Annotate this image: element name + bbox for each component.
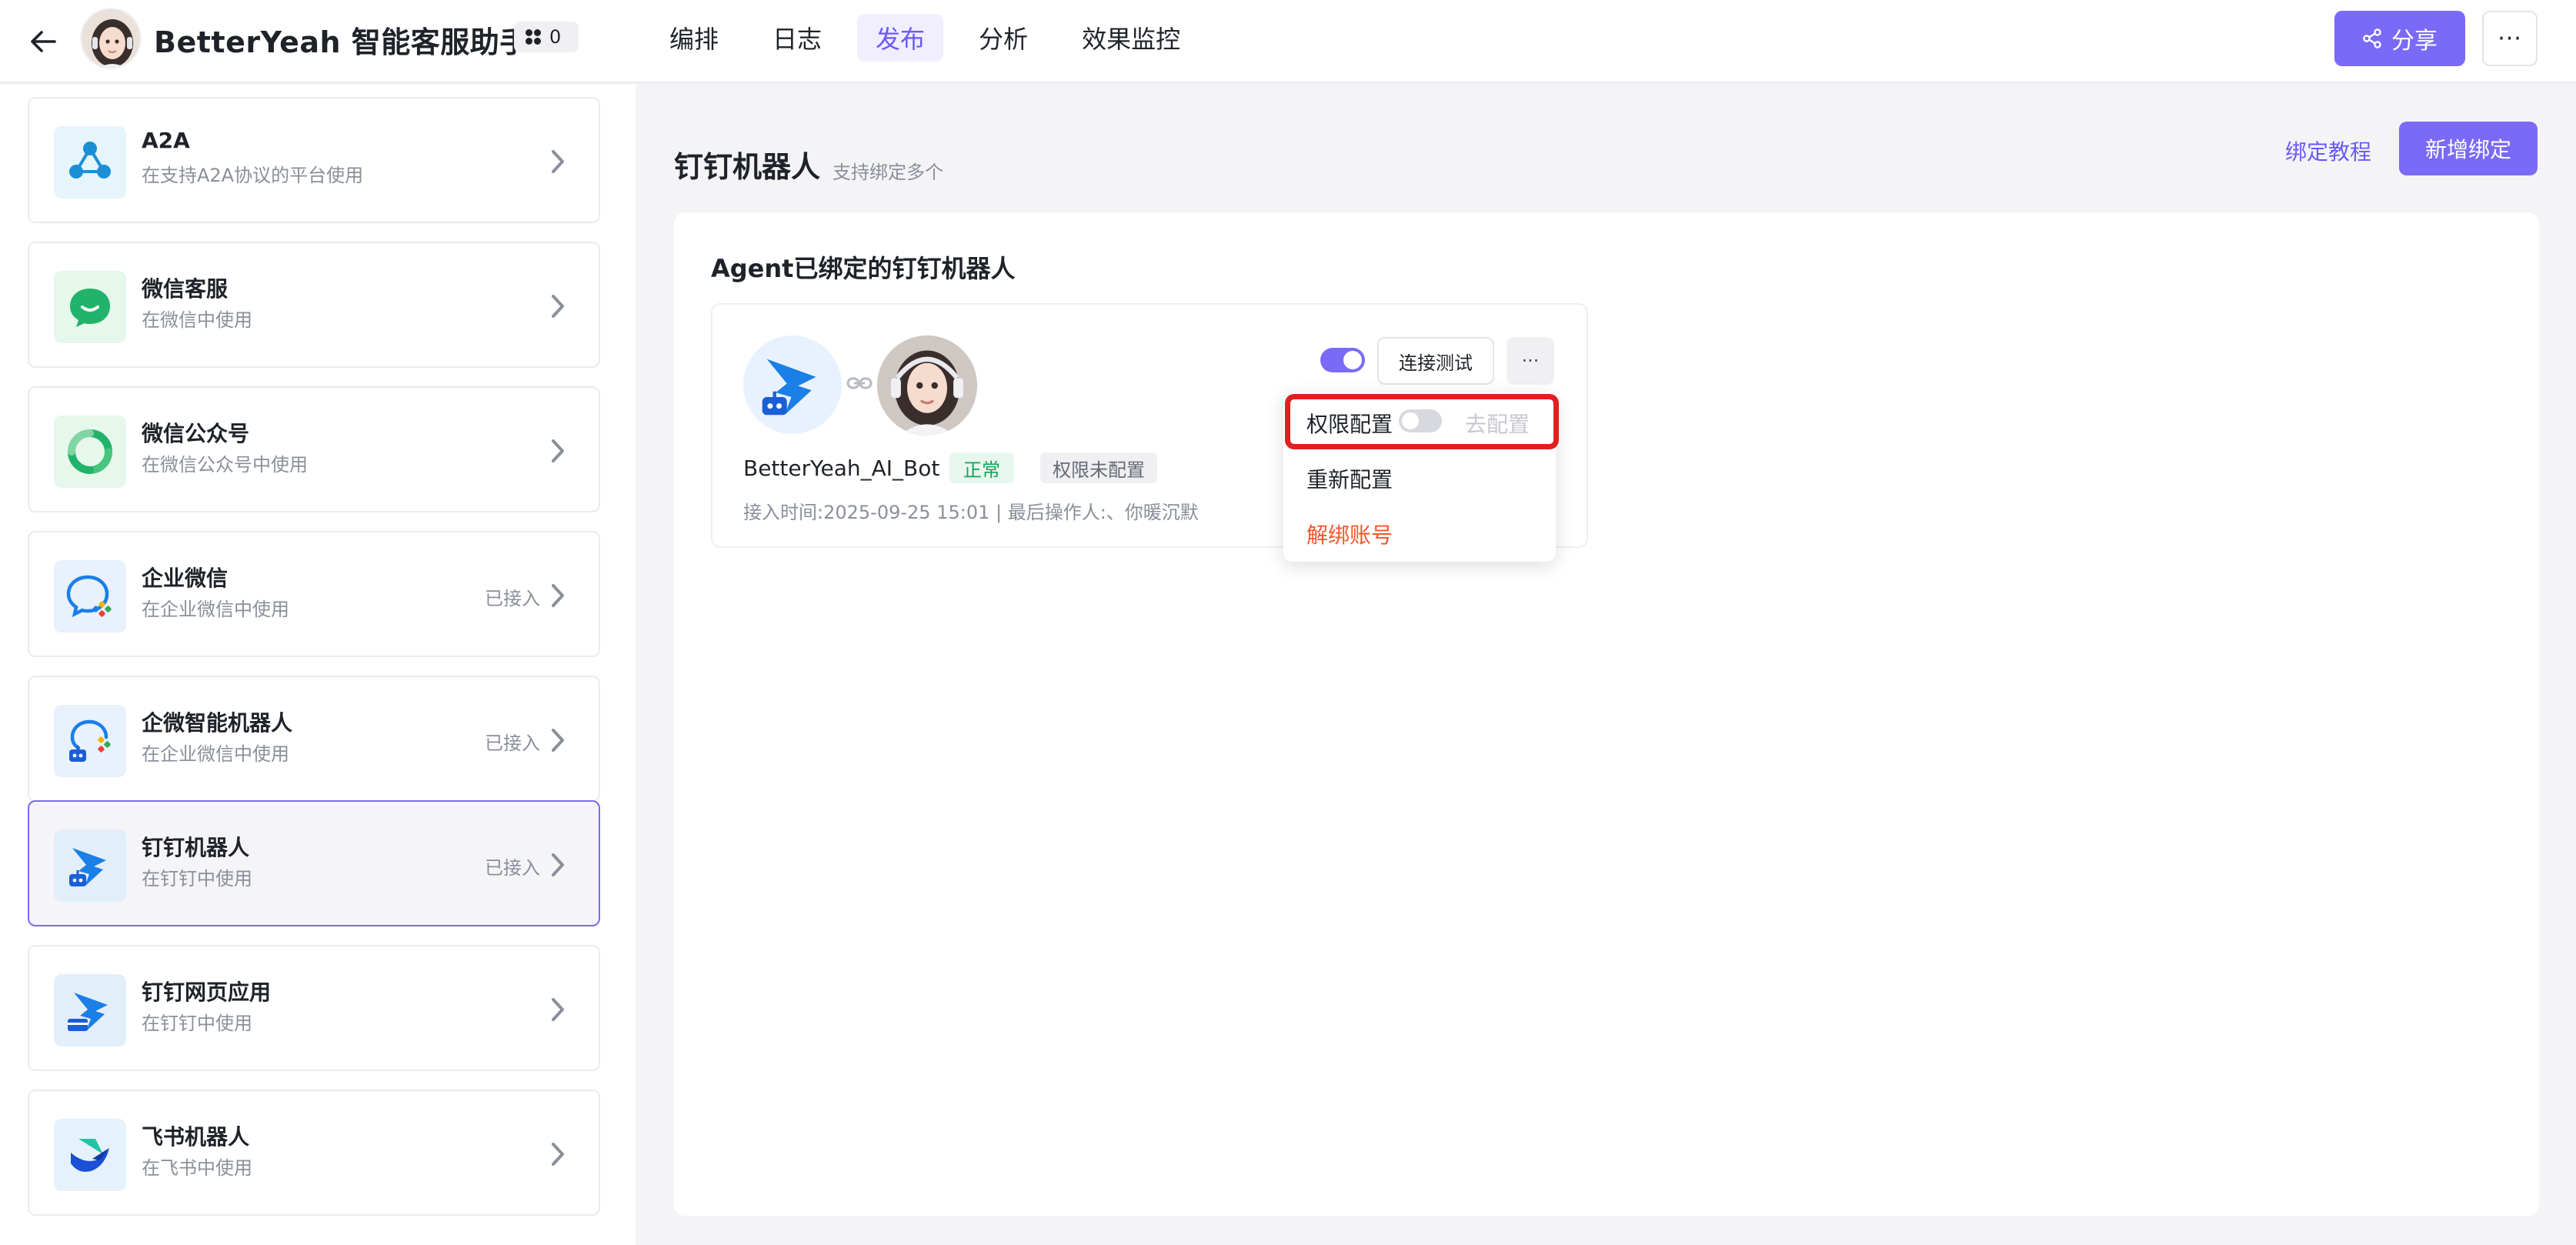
channel-card-dingtalk-bot[interactable]: 钉钉机器人 在钉钉中使用 已接入	[28, 800, 600, 926]
chevron-right-icon	[552, 295, 564, 318]
channel-desc: 在微信公众号中使用	[142, 454, 308, 476]
binding-tutorial-link[interactable]: 绑定教程	[2285, 135, 2371, 166]
channel-card-wecom[interactable]: 企业微信 在企业微信中使用 已接入	[28, 531, 600, 657]
channel-card-feishu-bot[interactable]: 飞书机器人 在飞书中使用	[28, 1090, 600, 1216]
dingtalk-web-icon	[54, 974, 126, 1046]
share-icon	[2363, 28, 2381, 48]
wecom-bot-icon	[54, 705, 126, 777]
panel-heading: Agent已绑定的钉钉机器人	[711, 254, 1016, 283]
dingtalk-bot-avatar	[743, 335, 842, 434]
channel-desc: 在飞书中使用	[142, 1157, 252, 1179]
channel-card-a2a[interactable]: A2A 在支持A2A协议的平台使用	[28, 97, 600, 223]
go-configure-link[interactable]: 去配置	[1465, 408, 1530, 439]
permission-status-badge: 权限未配置	[1040, 452, 1157, 483]
channel-name: A2A	[142, 128, 190, 153]
channel-status: 已接入	[485, 588, 540, 609]
chevron-right-icon	[552, 584, 564, 607]
badge-count-value: 0	[549, 26, 562, 48]
bot-enable-toggle[interactable]	[1320, 348, 1365, 372]
channel-name: 微信公众号	[142, 421, 250, 446]
channel-name: 钉钉网页应用	[142, 980, 272, 1005]
chevron-right-icon	[552, 1143, 564, 1166]
chevron-right-icon	[552, 439, 564, 462]
channel-card-wechat-service[interactable]: 微信客服 在微信中使用	[28, 242, 600, 368]
channel-name: 飞书机器人	[142, 1124, 250, 1150]
feishu-bot-icon	[54, 1119, 126, 1191]
app-avatar	[80, 8, 142, 69]
agent-avatar	[877, 335, 977, 436]
channel-sidebar: A2A 在支持A2A协议的平台使用 微信客服 在微信中使用 微信公众号 在微信公…	[0, 85, 636, 1245]
channel-name: 微信客服	[142, 276, 229, 302]
share-button[interactable]: 分享	[2334, 11, 2465, 66]
dingtalk-bot-icon	[762, 359, 816, 416]
chevron-right-icon	[552, 853, 564, 876]
channel-desc: 在支持A2A协议的平台使用	[142, 165, 364, 186]
channel-status: 已接入	[485, 857, 540, 879]
chevron-right-icon	[552, 150, 564, 173]
page-subtitle: 支持绑定多个	[833, 162, 943, 183]
a2a-icon	[54, 126, 126, 199]
top-bar: BetterYeah 智能客服助手 0 编排 日志 发布 分析 效果监控 分享 …	[0, 0, 2576, 83]
connection-test-button[interactable]: 连接测试	[1377, 337, 1494, 385]
chevron-right-icon	[552, 998, 564, 1021]
add-binding-button[interactable]: 新增绑定	[2399, 122, 2538, 175]
channel-card-wechat-official[interactable]: 微信公众号 在微信公众号中使用	[28, 386, 600, 512]
arrow-left-icon	[31, 31, 56, 52]
status-badge: 正常	[949, 452, 1014, 483]
grid-icon	[526, 29, 541, 45]
share-label: 分享	[2391, 28, 2438, 55]
tab-monitoring[interactable]: 效果监控	[1063, 14, 1199, 62]
channel-name: 企业微信	[142, 566, 229, 591]
channel-desc: 在微信中使用	[142, 309, 252, 331]
channel-desc: 在钉钉中使用	[142, 868, 252, 890]
bot-name: BetterYeah_AI_Bot	[743, 456, 940, 481]
dingtalk-bot-icon	[54, 829, 126, 902]
permission-config-toggle[interactable]	[1399, 409, 1442, 432]
tab-publish[interactable]: 发布	[857, 14, 944, 62]
channel-card-dingtalk-web[interactable]: 钉钉网页应用 在钉钉中使用	[28, 945, 600, 1071]
tab-logs[interactable]: 日志	[754, 14, 840, 62]
channel-desc: 在钉钉中使用	[142, 1013, 252, 1034]
tab-analysis[interactable]: 分析	[960, 14, 1046, 62]
channel-status: 已接入	[485, 733, 540, 754]
page-title: 钉钉机器人	[674, 150, 821, 184]
workspace-badge[interactable]: 0	[514, 22, 579, 52]
menu-item-reconfigure[interactable]: 重新配置	[1306, 463, 1393, 494]
wecom-icon	[54, 560, 126, 633]
channel-card-wecom-bot[interactable]: 企微智能机器人 在企业微信中使用 已接入	[28, 676, 600, 802]
wechat-service-icon	[54, 271, 126, 343]
channel-name: 企微智能机器人	[142, 710, 293, 736]
link-icon	[846, 377, 873, 389]
tab-edit[interactable]: 编排	[651, 14, 737, 62]
nav-tabs: 编排 日志 发布 分析 效果监控	[651, 14, 1199, 62]
channel-name: 钉钉机器人	[142, 835, 250, 860]
wechat-official-icon	[54, 416, 126, 488]
back-button[interactable]	[22, 20, 65, 63]
menu-item-unbind[interactable]: 解绑账号	[1306, 519, 1393, 549]
bot-more-button[interactable]: ···	[1507, 337, 1554, 385]
app-title: BetterYeah 智能客服助手	[154, 25, 529, 59]
channel-desc: 在企业微信中使用	[142, 599, 289, 620]
bot-meta-info: 接入时间:2025-09-25 15:01 | 最后操作人:、你暖沉默	[743, 502, 1199, 523]
channel-desc: 在企业微信中使用	[142, 743, 289, 765]
menu-item-permission-config: 权限配置	[1306, 412, 1393, 437]
chevron-right-icon	[552, 729, 564, 752]
header-more-button[interactable]: ···	[2482, 11, 2538, 66]
